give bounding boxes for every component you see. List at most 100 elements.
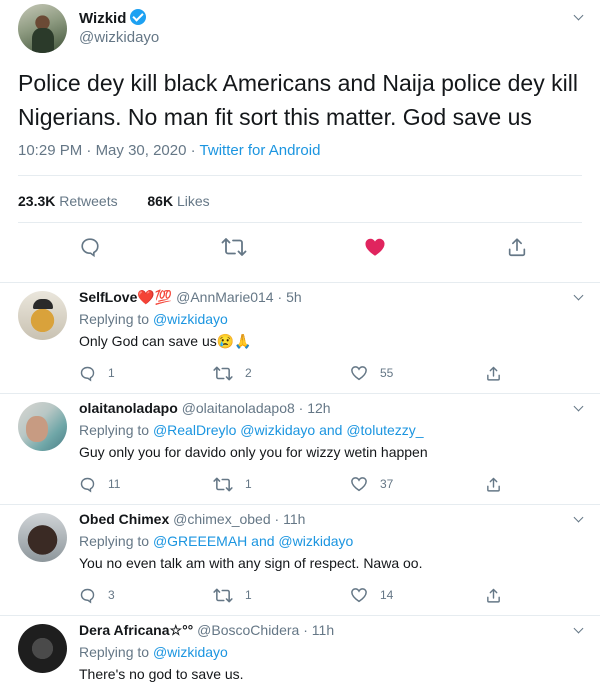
likes-stat[interactable]: 86K Likes	[147, 193, 209, 209]
reply-author-name[interactable]: olaitanoladapo	[79, 400, 178, 416]
retweet-button[interactable]: 1	[213, 585, 252, 605]
meta-separator: ·	[82, 142, 96, 159]
reply-button[interactable]: 3	[79, 585, 115, 605]
reply-text: Only God can save us😢🙏	[79, 333, 252, 349]
reply-age[interactable]: 5h	[286, 289, 302, 305]
tweet-time[interactable]: 10:29 PM	[18, 142, 82, 159]
replying-prefix: Replying to	[79, 533, 153, 549]
reply-author-handle[interactable]: @BoscoChidera	[197, 622, 299, 638]
retweets-stat[interactable]: 23.3K Retweets	[18, 193, 118, 209]
reply-tweet[interactable]: Obed Chimex @chimex_obed · 11h Replying …	[0, 505, 600, 616]
retweet-count: 1	[245, 477, 252, 491]
likes-count: 86K	[147, 193, 174, 209]
reply-avatar[interactable]	[18, 402, 67, 451]
share-icon	[508, 238, 526, 257]
reply-author-handle[interactable]: @AnnMarie014	[176, 289, 274, 305]
replying-to: Replying to @wizkidayo	[79, 311, 228, 327]
like-count: 55	[380, 366, 394, 380]
tweet-source-link[interactable]: Twitter for Android	[200, 142, 321, 159]
replying-to: Replying to @wizkidayo	[79, 644, 228, 660]
author-avatar[interactable]	[18, 4, 67, 53]
retweet-button[interactable]: 2	[213, 363, 252, 383]
share-icon	[487, 588, 500, 603]
reply-avatar[interactable]	[18, 513, 67, 562]
main-tweet: Wizkid @wizkidayo Police dey kill black …	[0, 0, 600, 283]
comment-count: 11	[108, 477, 121, 491]
replying-to: Replying to @RealDreylo @wizkidayo and @…	[79, 422, 424, 438]
like-button[interactable]: 37	[350, 474, 393, 494]
share-button[interactable]	[485, 474, 502, 494]
reply-header: olaitanoladapo @olaitanoladapo8 · 12h	[79, 400, 331, 416]
share-icon	[487, 477, 500, 492]
heart-icon	[351, 588, 367, 603]
comment-count: 1	[108, 366, 115, 380]
retweet-button[interactable]: 1	[213, 474, 252, 494]
comment-icon	[80, 366, 95, 381]
share-button[interactable]	[506, 236, 528, 258]
reply-tweet[interactable]: olaitanoladapo @olaitanoladapo8 · 12h Re…	[0, 394, 600, 505]
reply-tweet[interactable]: SelfLove❤️💯 @AnnMarie014 · 5h Replying t…	[0, 283, 600, 394]
author-handle[interactable]: @wizkidayo	[79, 29, 159, 46]
chevron-down-icon[interactable]	[574, 12, 584, 22]
chevron-down-icon[interactable]	[574, 292, 584, 302]
verified-badge-icon	[130, 9, 147, 25]
reply-age[interactable]: 11h	[312, 622, 334, 638]
reply-header: Obed Chimex @chimex_obed · 11h	[79, 511, 305, 527]
reply-author-name[interactable]: Obed Chimex	[79, 511, 169, 527]
replying-mentions[interactable]: @wizkidayo	[153, 644, 228, 660]
reply-button[interactable]: 1	[79, 363, 115, 383]
reply-age[interactable]: 11h	[283, 511, 305, 527]
tweet-date[interactable]: May 30, 2020	[96, 142, 187, 159]
share-button[interactable]	[485, 585, 502, 605]
reply-text: There's no god to save us.	[79, 666, 244, 682]
chevron-down-icon[interactable]	[574, 625, 584, 635]
reply-age[interactable]: 12h	[307, 400, 330, 416]
reply-button[interactable]	[79, 236, 101, 258]
reply-dot: ·	[277, 289, 283, 305]
replying-mentions[interactable]: @GREEEMAH and @wizkidayo	[153, 533, 353, 549]
reply-tweet[interactable]: Dera Africana☆°° @BoscoChidera · 11h Rep…	[0, 616, 600, 700]
like-button[interactable]: 14	[350, 585, 393, 605]
retweets-label: Retweets	[55, 193, 118, 209]
reply-author-name[interactable]: Dera Africana☆°°	[79, 622, 193, 638]
reply-dot: ·	[298, 400, 304, 416]
divider	[18, 222, 582, 223]
replying-mentions[interactable]: @RealDreylo @wizkidayo and @tolutezzy_	[153, 422, 424, 438]
reply-text: You no even talk am with any sign of res…	[79, 555, 423, 571]
like-count: 37	[380, 477, 394, 491]
likes-label: Likes	[173, 193, 210, 209]
author-name[interactable]: Wizkid	[79, 9, 147, 27]
reply-author-name[interactable]: SelfLove❤️💯	[79, 289, 172, 305]
chevron-down-icon[interactable]	[574, 514, 584, 524]
comment-count: 3	[108, 588, 115, 602]
replying-mentions[interactable]: @wizkidayo	[153, 311, 228, 327]
reply-text: Guy only you for davido only you for wiz…	[79, 444, 428, 460]
tweet-actions	[0, 236, 600, 266]
retweet-icon	[213, 588, 233, 602]
reply-avatar[interactable]	[18, 624, 67, 673]
reply-author-handle[interactable]: @olaitanoladapo8	[182, 400, 295, 416]
retweet-button[interactable]	[221, 236, 247, 258]
reply-actions: 3 1 14	[79, 585, 509, 605]
tweet-meta: 10:29 PM · May 30, 2020 · Twitter for An…	[18, 142, 320, 159]
meta-separator: ·	[186, 142, 200, 159]
reply-header: SelfLove❤️💯 @AnnMarie014 · 5h	[79, 289, 302, 306]
reply-button[interactable]: 11	[79, 474, 120, 494]
reply-author-handle[interactable]: @chimex_obed	[173, 511, 271, 527]
like-button[interactable]	[364, 236, 386, 258]
replying-prefix: Replying to	[79, 644, 153, 660]
heart-icon	[351, 477, 367, 492]
like-button[interactable]: 55	[350, 363, 393, 383]
share-icon	[487, 366, 500, 381]
reply-avatar[interactable]	[18, 291, 67, 340]
tweet-text: Police dey kill black Americans and Naij…	[18, 70, 578, 130]
share-button[interactable]	[485, 363, 502, 383]
replying-to: Replying to @GREEEMAH and @wizkidayo	[79, 533, 353, 549]
reply-actions: 11 1 37	[79, 474, 509, 494]
chevron-down-icon[interactable]	[574, 403, 584, 413]
replying-prefix: Replying to	[79, 311, 153, 327]
heart-icon	[351, 366, 367, 381]
author-name-text[interactable]: Wizkid	[79, 10, 126, 27]
like-count: 14	[380, 588, 394, 602]
retweet-count: 2	[245, 366, 252, 380]
